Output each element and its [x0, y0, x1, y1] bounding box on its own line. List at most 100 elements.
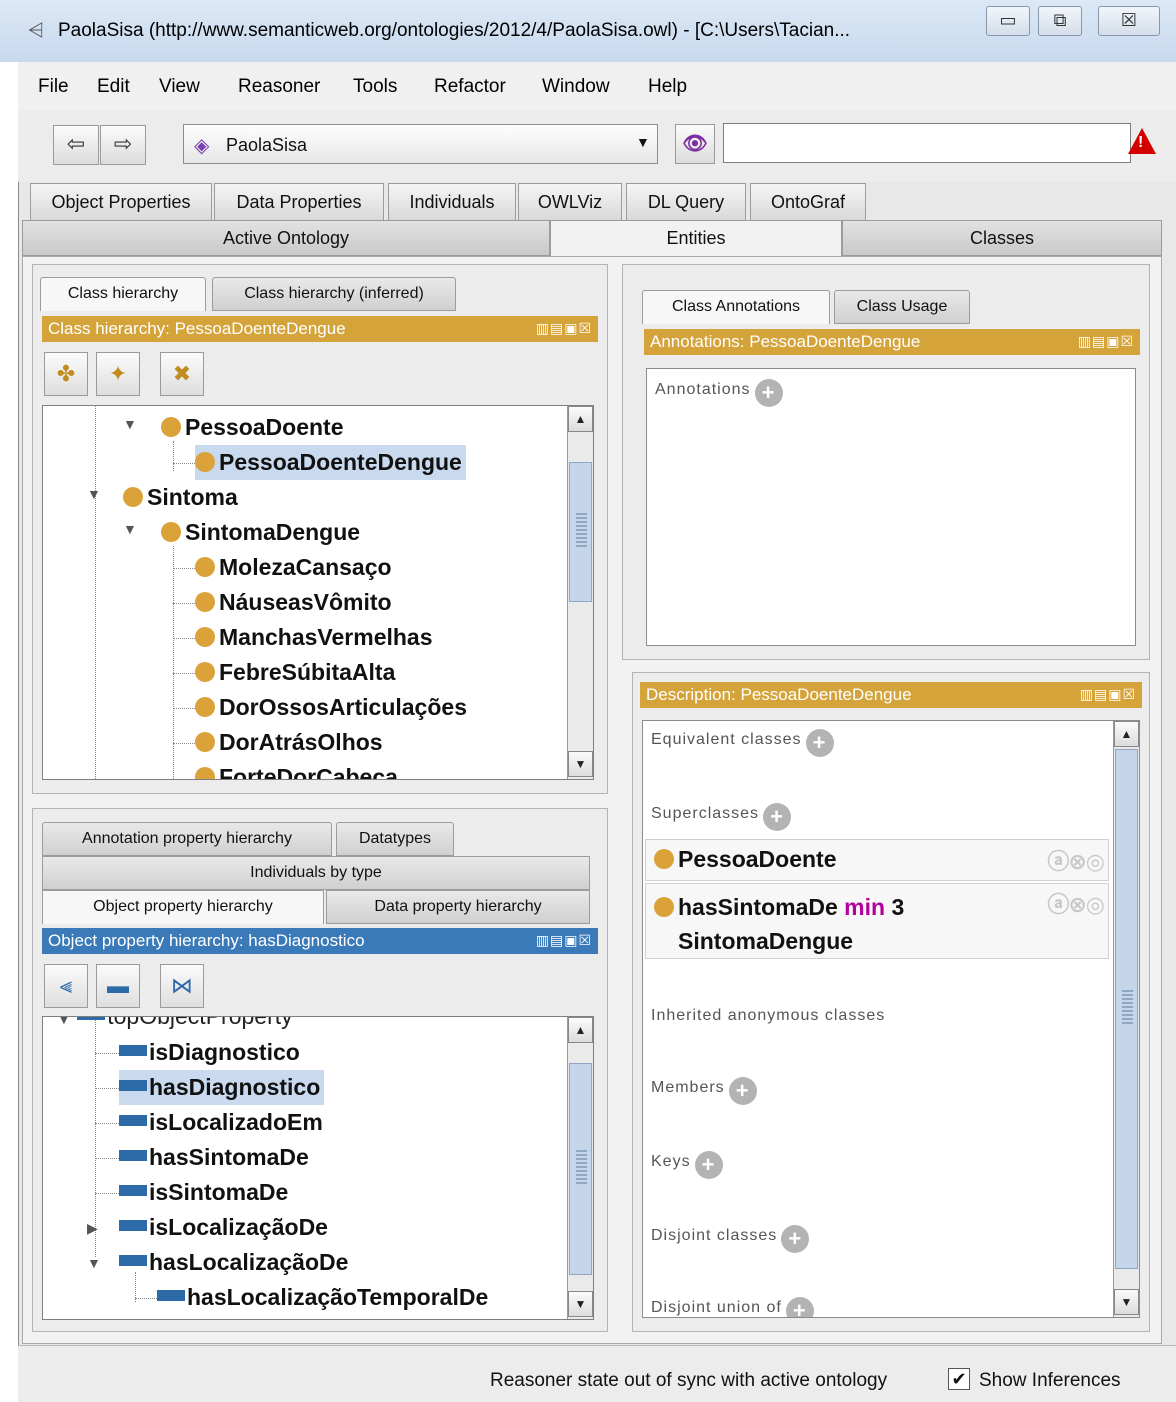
tree-node[interactable]: isLocalizaçãoDe	[119, 1210, 328, 1245]
class-tree[interactable]: ▼ PessoaDoente PessoaDoenteDengue ▼ Sint…	[42, 405, 594, 780]
tab-class-hierarchy[interactable]: Class hierarchy	[40, 277, 206, 311]
tree-node[interactable]: isDiagnostico	[119, 1035, 300, 1070]
tree-node[interactable]: SintomaDengue	[161, 515, 360, 550]
delete-class-button[interactable]: ✖	[160, 352, 204, 396]
menu-tools[interactable]: Tools	[353, 76, 397, 98]
scroll-thumb[interactable]	[569, 1063, 592, 1275]
menu-view[interactable]: View	[159, 76, 200, 98]
scroll-thumb[interactable]	[569, 462, 592, 602]
tab-class-usage[interactable]: Class Usage	[834, 290, 970, 324]
collapse-icon[interactable]: ▼	[123, 416, 137, 432]
tab-object-properties[interactable]: Object Properties	[30, 183, 212, 221]
add-superclass-icon[interactable]: +	[763, 803, 792, 831]
tab-class-hierarchy-inferred[interactable]: Class hierarchy (inferred)	[212, 277, 456, 311]
tab-class-annotations[interactable]: Class Annotations	[642, 290, 830, 324]
scroll-up-icon[interactable]: ▲	[1114, 721, 1139, 747]
tab-datatypes[interactable]: Datatypes	[336, 822, 454, 856]
description-scrollbar[interactable]: ▲ ▼	[1113, 721, 1139, 1317]
scroll-down-icon[interactable]: ▼	[568, 751, 593, 777]
tab-individuals[interactable]: Individuals	[388, 183, 516, 221]
add-sibling-class-button[interactable]: ✦	[96, 352, 140, 396]
tab-classes[interactable]: Classes	[842, 220, 1162, 256]
property-tree-scrollbar[interactable]: ▲ ▼	[567, 1017, 593, 1319]
scroll-thumb[interactable]	[1115, 749, 1138, 1269]
view-controls-icon[interactable]: ▥▤▣☒	[1080, 686, 1136, 703]
menu-file[interactable]: File	[38, 76, 69, 98]
tree-node[interactable]: MolezaCansaço	[195, 550, 392, 585]
tab-entities[interactable]: Entities	[550, 220, 842, 256]
add-key-icon[interactable]: +	[694, 1151, 723, 1179]
add-subclass-button[interactable]: ✤	[44, 352, 88, 396]
add-disjoint-union-icon[interactable]: +	[785, 1297, 814, 1317]
add-member-icon[interactable]: +	[728, 1077, 757, 1105]
add-disjoint-icon[interactable]: +	[781, 1225, 810, 1253]
delete-property-button[interactable]: ⋈	[160, 964, 204, 1008]
class-icon	[195, 452, 215, 472]
tab-data-properties[interactable]: Data Properties	[214, 183, 384, 221]
item-action-icons[interactable]: ⓐ⊗◎	[1047, 888, 1105, 922]
expand-icon[interactable]: ▶	[87, 1220, 98, 1237]
menu-edit[interactable]: Edit	[97, 76, 130, 98]
chevron-down-icon[interactable]: ▼	[636, 134, 650, 150]
tab-data-property-hierarchy[interactable]: Data property hierarchy	[326, 890, 590, 924]
view-controls-icon[interactable]: ▥▤▣☒	[1078, 333, 1134, 350]
tree-node[interactable]: ForteDorCabeça	[195, 760, 398, 779]
menu-reasoner[interactable]: Reasoner	[238, 76, 320, 98]
tree-node[interactable]: isLocalizadoEm	[119, 1105, 323, 1140]
add-annotation-icon[interactable]: +	[754, 379, 783, 407]
tree-node[interactable]: ManchasVermelhas	[195, 620, 433, 655]
collapse-icon[interactable]: ▼	[87, 486, 101, 502]
collapse-icon[interactable]: ▼	[87, 1255, 101, 1271]
minimize-button[interactable]: ▭	[986, 6, 1030, 36]
back-button[interactable]: ⇦	[53, 125, 99, 165]
show-inferences-checkbox[interactable]: ✔	[948, 1368, 970, 1390]
close-button[interactable]: ☒	[1098, 6, 1160, 36]
forward-button[interactable]: ⇨	[100, 125, 146, 165]
collapse-icon[interactable]: ▼	[123, 521, 137, 537]
superclass-item[interactable]: PessoaDoente ⓐ⊗◎	[645, 839, 1109, 881]
add-subproperty-button[interactable]: ⫷	[44, 964, 88, 1008]
class-icon	[195, 592, 215, 612]
tree-node[interactable]: hasLocalizaçãoTemporalDe	[157, 1280, 488, 1315]
item-action-icons[interactable]: ⓐ⊗◎	[1047, 844, 1105, 876]
tree-node[interactable]: DorAtrásOlhos	[195, 725, 383, 760]
search-input[interactable]	[723, 123, 1131, 163]
tree-node-selected[interactable]: hasDiagnostico	[119, 1070, 325, 1105]
object-property-tree[interactable]: ▼ topObjectProperty isDiagnostico hasDia…	[42, 1016, 594, 1320]
tree-node[interactable]: PessoaDoente	[161, 410, 344, 445]
class-tree-scrollbar[interactable]: ▲ ▼	[567, 406, 593, 779]
tree-node[interactable]: hasLocalizaçãoDe	[119, 1245, 348, 1280]
add-equivalent-icon[interactable]: +	[805, 729, 834, 757]
tab-ontograf[interactable]: OntoGraf	[750, 183, 866, 221]
tree-node[interactable]: isSintomaDe	[119, 1175, 288, 1210]
tab-annotation-property-hierarchy[interactable]: Annotation property hierarchy	[42, 822, 332, 856]
scroll-up-icon[interactable]: ▲	[568, 1017, 593, 1043]
add-sibling-property-button[interactable]: ▬	[96, 964, 140, 1008]
tree-node[interactable]: FebreSúbitaAlta	[195, 655, 395, 690]
scroll-up-icon[interactable]: ▲	[568, 406, 593, 432]
tree-node[interactable]: ▼ topObjectProperty	[57, 1017, 293, 1034]
scroll-down-icon[interactable]: ▼	[1114, 1289, 1139, 1315]
superclass-restriction-item[interactable]: hasSintomaDe min 3 SintomaDengue ⓐ⊗◎	[645, 883, 1109, 959]
view-controls-icon[interactable]: ▥▤▣☒	[536, 932, 592, 949]
binoculars-icon[interactable]: 👁	[675, 124, 715, 164]
tree-node[interactable]: hasSintomaDe	[119, 1140, 309, 1175]
tab-dl-query[interactable]: DL Query	[626, 183, 746, 221]
tab-individuals-by-type[interactable]: Individuals by type	[42, 856, 590, 890]
tab-owlviz[interactable]: OWLViz	[518, 183, 622, 221]
tree-node-selected[interactable]: PessoaDoenteDengue	[195, 445, 466, 480]
tree-node[interactable]: DorOssosArticulações	[195, 690, 467, 725]
menu-refactor[interactable]: Refactor	[434, 76, 506, 98]
view-controls-icon[interactable]: ▥▤▣☒	[536, 320, 592, 337]
maximize-button[interactable]: ⧉	[1038, 6, 1082, 36]
scroll-down-icon[interactable]: ▼	[568, 1291, 593, 1317]
tab-active-ontology[interactable]: Active Ontology	[22, 220, 550, 256]
tree-node[interactable]: NáuseasVômito	[195, 585, 392, 620]
tree-node[interactable]: Sintoma	[123, 480, 238, 515]
show-inferences-label[interactable]: Show Inferences	[979, 1370, 1121, 1392]
menu-window[interactable]: Window	[542, 76, 610, 98]
class-icon	[195, 557, 215, 577]
tab-object-property-hierarchy[interactable]: Object property hierarchy	[42, 890, 324, 924]
ontology-selector[interactable]: ◈ PaolaSisa ▼	[183, 124, 658, 164]
menu-help[interactable]: Help	[648, 76, 687, 98]
